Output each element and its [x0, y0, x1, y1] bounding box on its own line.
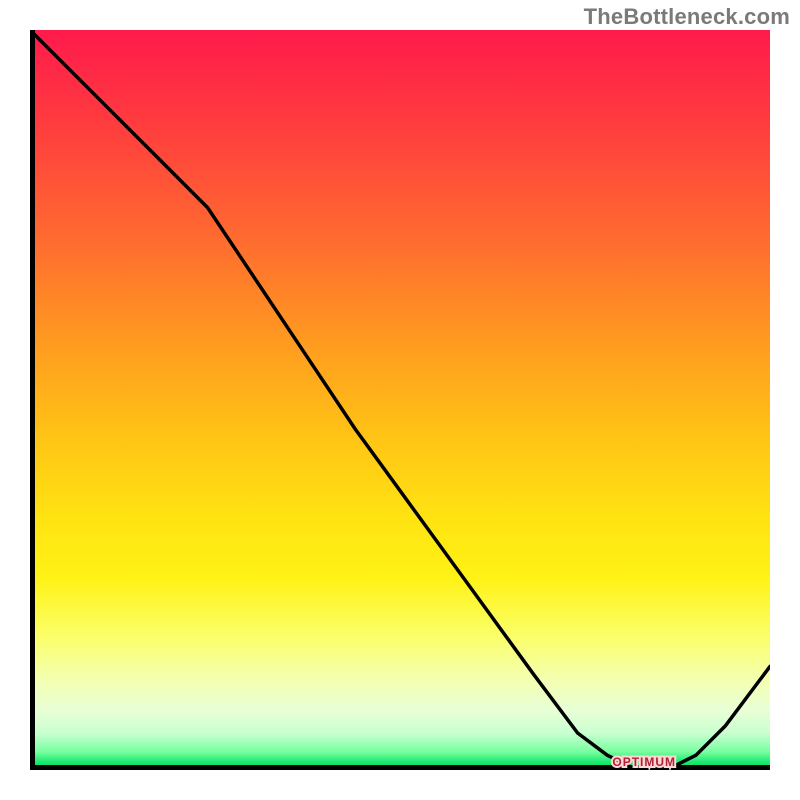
- heatmap-background: [30, 30, 770, 770]
- watermark: TheBottleneck.com: [584, 4, 790, 30]
- chart-container: TheBottleneck.com OPTIMUM: [0, 0, 800, 800]
- plot-area: OPTIMUM: [30, 30, 770, 770]
